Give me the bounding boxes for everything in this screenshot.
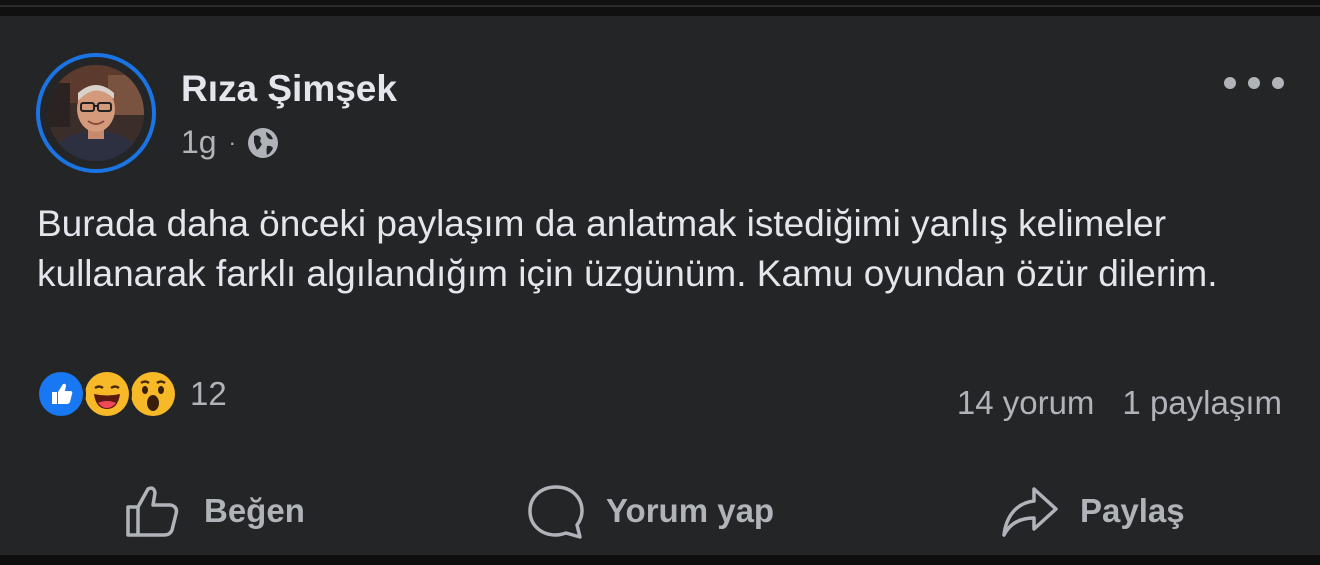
avatar[interactable] (48, 65, 144, 161)
top-frame (0, 0, 1320, 16)
post-actions: Beğen Yorum yap Paylaş (0, 476, 1320, 546)
avatar-photo (48, 65, 144, 161)
comment-button[interactable]: Yorum yap (526, 476, 774, 546)
top-divider (0, 5, 1320, 7)
avatar-story-ring[interactable] (36, 53, 156, 173)
like-reaction-icon (36, 369, 86, 419)
post-time[interactable]: 1g (181, 124, 217, 161)
share-button[interactable]: Paylaş (1000, 476, 1185, 546)
bottom-frame (0, 555, 1320, 565)
meta-separator: · (228, 129, 236, 155)
engagement-stats: 14 yorum 1 paylaşım (957, 384, 1282, 422)
wow-reaction-icon (128, 369, 178, 419)
globe-icon[interactable] (246, 126, 280, 160)
like-label: Beğen (204, 492, 305, 529)
post-meta: 1g · (181, 124, 280, 161)
like-button[interactable]: Beğen (124, 476, 305, 546)
share-count[interactable]: 1 paylaşım (1122, 384, 1282, 422)
comment-label: Yorum yap (606, 492, 775, 529)
author-name[interactable]: Rıza Şimşek (181, 68, 397, 110)
share-arrow-icon (1002, 487, 1058, 537)
more-dot (1248, 77, 1260, 89)
more-dot (1272, 77, 1284, 89)
post-text: Burada daha önceki paylaşım da anlatmak … (37, 203, 1218, 294)
post-card: Rıza Şimşek 1g · Burada daha önceki payl… (0, 16, 1320, 555)
comment-count[interactable]: 14 yorum (957, 384, 1095, 422)
reaction-count[interactable]: 12 (190, 375, 227, 413)
haha-reaction-icon (82, 369, 132, 419)
comment-bubble-icon (528, 485, 584, 539)
share-label: Paylaş (1080, 492, 1185, 529)
more-dot (1224, 77, 1236, 89)
thumbs-up-icon (126, 486, 179, 537)
more-options-icon[interactable] (1224, 68, 1284, 98)
reaction-summary[interactable]: 12 (36, 368, 227, 420)
